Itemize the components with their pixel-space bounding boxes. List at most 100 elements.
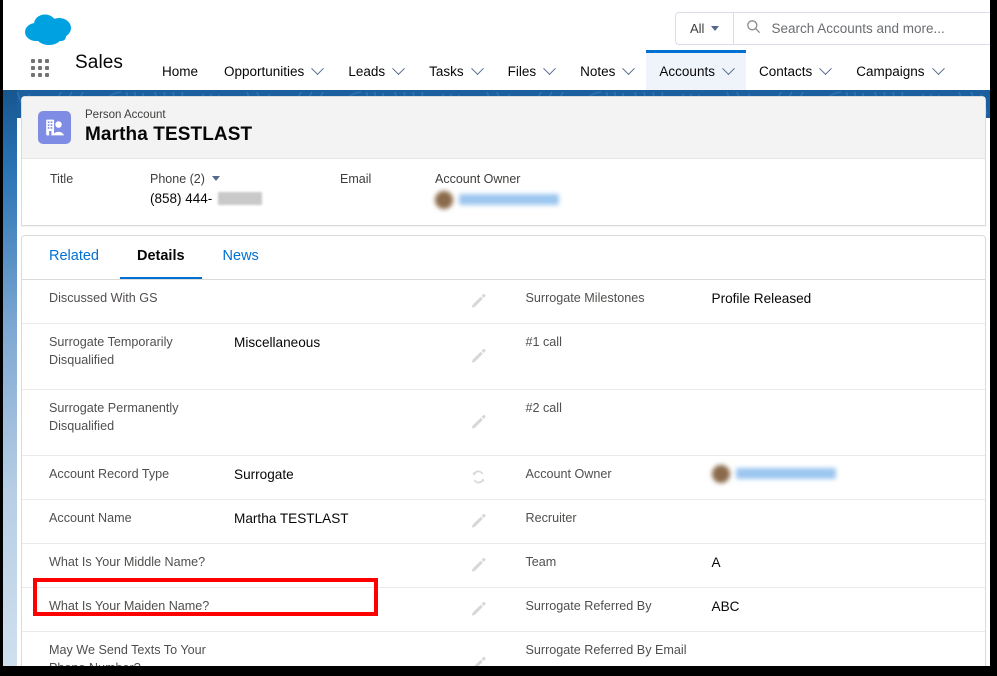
search-scope-selector[interactable]: All: [676, 13, 734, 44]
pencil-icon[interactable]: [471, 294, 486, 309]
detail-field-label-wrap: What Is Your Maiden Name?: [49, 597, 234, 615]
detail-field-label: Recruiter: [526, 509, 577, 527]
compact-field-phone: Phone (2) (858) 444-: [150, 172, 340, 209]
record-detail-area: Person Account Martha TESTLAST Title Pho…: [17, 96, 990, 666]
detail-field-value: [234, 553, 484, 571]
detail-field-label: What Is Your Middle Name?: [49, 553, 205, 571]
detail-field-label: Surrogate Permanently Disqualified: [49, 399, 234, 436]
detail-field-row: Account NameMartha TESTLAST: [22, 500, 504, 544]
record-highlights-panel: Person Account Martha TESTLAST Title Pho…: [21, 96, 986, 226]
nav-item-home[interactable]: Home: [149, 50, 211, 90]
nav-item-contacts[interactable]: Contacts: [746, 50, 843, 90]
pencil-icon[interactable]: [471, 602, 486, 617]
detail-field-row: #2 call: [504, 390, 986, 456]
chevron-down-icon[interactable]: [819, 62, 832, 75]
detail-field-row: Account Owner: [504, 456, 986, 500]
nav-item-leads[interactable]: Leads: [335, 50, 416, 90]
record-tab-bar: RelatedDetailsNews: [22, 236, 985, 280]
compact-field-label: Phone (2): [150, 172, 205, 186]
nav-item-label: Home: [162, 65, 198, 79]
detail-fields-grid: Discussed With GSSurrogate Temporarily D…: [22, 280, 985, 666]
compact-field-value: [435, 191, 675, 209]
nav-item-tasks[interactable]: Tasks: [416, 50, 495, 90]
detail-field-row: May We Send Texts To Your Phone Number?: [22, 632, 504, 666]
nav-item-label: Accounts: [659, 65, 715, 79]
compact-field-label: Title: [50, 172, 73, 186]
chevron-down-icon[interactable]: [471, 62, 484, 75]
detail-field-label: #1 call: [526, 333, 562, 351]
pencil-icon[interactable]: [471, 349, 486, 364]
search-scope-label: All: [690, 21, 704, 36]
search-input[interactable]: Search Accounts and more...: [734, 13, 990, 44]
chevron-down-icon[interactable]: [212, 176, 220, 181]
nav-item-label: Leads: [348, 65, 385, 79]
detail-field-value: ABC: [712, 597, 972, 617]
detail-field-label-wrap: Surrogate Permanently Disqualified: [49, 399, 234, 436]
pencil-icon[interactable]: [471, 415, 486, 430]
detail-field-value: Miscellaneous: [234, 333, 484, 353]
salesforce-cloud-logo[interactable]: [21, 12, 83, 50]
nav-item-list: Home Opportunities Leads Tasks Files Notes Acc…: [149, 50, 956, 90]
detail-field-value: [712, 333, 972, 351]
detail-field-value: [234, 641, 484, 659]
nav-item-accounts[interactable]: Accounts: [646, 50, 746, 90]
detail-field-label: Surrogate Milestones: [526, 289, 645, 307]
detail-field-label: May We Send Texts To Your Phone Number?: [49, 641, 234, 666]
detail-field-label-wrap: Account Name: [49, 509, 234, 527]
chevron-down-icon[interactable]: [722, 62, 735, 75]
detail-field-label: Account Record Type: [49, 465, 169, 483]
detail-field-label: What Is Your Maiden Name?: [49, 597, 209, 615]
detail-field-label: Surrogate Referred By: [526, 597, 652, 615]
detail-field-label: #2 call: [526, 399, 562, 417]
chevron-down-icon[interactable]: [543, 62, 556, 75]
detail-field-row: Recruiter: [504, 500, 986, 544]
record-title: Martha TESTLAST: [85, 123, 252, 147]
nav-item-campaigns[interactable]: Campaigns: [843, 50, 955, 90]
record-object-label: Person Account: [85, 108, 252, 123]
tab-related[interactable]: Related: [32, 236, 116, 279]
detail-field-value: [712, 509, 972, 527]
detail-field-label-wrap: Surrogate Referred By Email: [526, 641, 712, 659]
tab-details[interactable]: Details: [120, 236, 202, 279]
compact-field-account-owner: Account Owner: [435, 172, 675, 209]
salesforce-page: All Search Accounts and more...: [3, 0, 990, 666]
nav-item-opportunities[interactable]: Opportunities: [211, 50, 335, 90]
detail-field-label: Surrogate Temporarily Disqualified: [49, 333, 234, 370]
chevron-down-icon[interactable]: [932, 62, 945, 75]
record-header-titles: Person Account Martha TESTLAST: [85, 108, 252, 147]
avatar: [712, 465, 730, 483]
detail-field-label-wrap: #2 call: [526, 399, 712, 417]
detail-field-label-wrap: Surrogate Milestones: [526, 289, 712, 307]
compact-field-value: (858) 444-: [150, 191, 340, 206]
global-search[interactable]: All Search Accounts and more...: [675, 12, 990, 45]
change-record-type-icon[interactable]: [471, 470, 486, 485]
chevron-down-icon[interactable]: [311, 62, 324, 75]
app-launcher-waffle-icon[interactable]: [31, 59, 49, 77]
detail-field-label-wrap: Recruiter: [526, 509, 712, 527]
account-owner-redacted: [435, 191, 559, 209]
pencil-icon[interactable]: [471, 657, 486, 666]
compact-field-email: Email: [340, 172, 435, 209]
nav-item-files[interactable]: Files: [495, 50, 568, 90]
compact-field-label: Account Owner: [435, 172, 520, 186]
screenshot-root: All Search Accounts and more...: [0, 0, 997, 676]
chevron-down-icon[interactable]: [392, 62, 405, 75]
detail-fields-left-column: Discussed With GSSurrogate Temporarily D…: [22, 280, 504, 666]
tab-news[interactable]: News: [206, 236, 276, 279]
left-theme-rail: [3, 90, 17, 666]
chevron-down-icon[interactable]: [623, 62, 636, 75]
chevron-down-icon: [711, 26, 719, 31]
nav-item-label: Contacts: [759, 65, 812, 79]
frame-right-border: [990, 0, 997, 676]
nav-item-notes[interactable]: Notes: [567, 50, 646, 90]
app-name-label[interactable]: Sales: [75, 52, 123, 74]
nav-item-label: Notes: [580, 65, 615, 79]
pencil-icon[interactable]: [471, 558, 486, 573]
detail-field-row: Surrogate MilestonesProfile Released: [504, 280, 986, 324]
detail-field-value: [712, 465, 972, 483]
nav-item-label: Tasks: [429, 65, 464, 79]
record-compact-fields: Title Phone (2) (858) 444- Email: [22, 159, 985, 225]
pencil-icon[interactable]: [471, 514, 486, 529]
detail-field-label-wrap: Team: [526, 553, 712, 571]
detail-field-row: What Is Your Maiden Name?: [22, 588, 504, 632]
